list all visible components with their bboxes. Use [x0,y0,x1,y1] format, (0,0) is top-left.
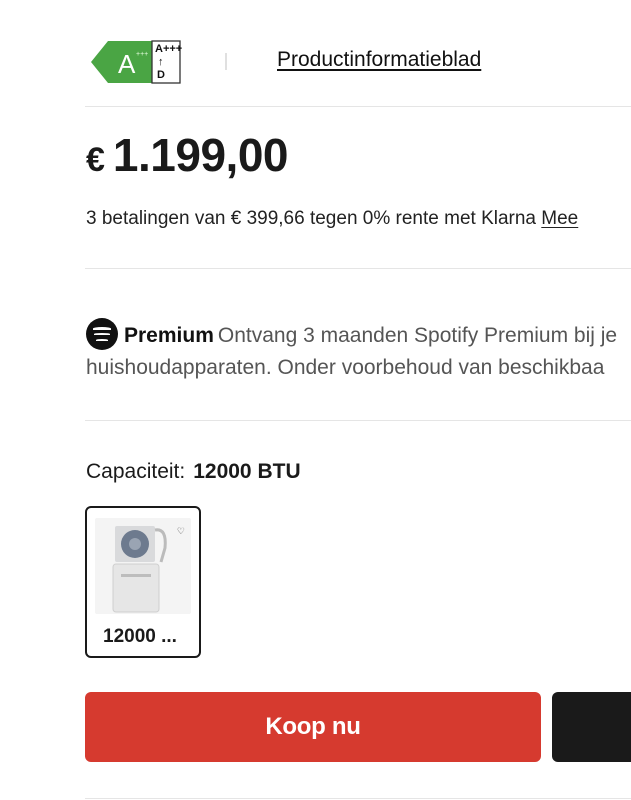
svg-text:A: A [118,49,136,79]
klarna-financing: 3 betalingen van € 399,66 tegen 0% rente… [86,208,578,230]
divider [85,106,631,107]
svg-text:+++: +++ [136,51,148,58]
price: €1.199,00 [86,128,288,182]
divider [225,53,227,70]
energy-label[interactable]: A +++ A+++ ↑ D [90,40,182,84]
capacity-label: Capaciteit: [86,460,186,483]
spotify-icon [86,318,118,350]
energy-label-graphic: A +++ A+++ ↑ D [91,40,182,84]
variant-option[interactable]: ♡ 12000 ... [85,506,201,658]
divider [85,420,631,421]
spotify-promo-text-line2: huishoudapparaten. Onder voorbehoud van … [86,356,605,379]
svg-text:A+++: A+++ [155,43,182,55]
spotify-premium-brand: Premium [124,324,214,347]
spotify-promo-text-line1: Ontvang 3 maanden Spotify Premium bij je [217,324,618,347]
product-info-sheet-link[interactable]: Productinformatieblad [277,48,481,72]
svg-text:↑: ↑ [158,56,164,68]
secondary-action-button[interactable] [552,692,631,762]
divider [85,268,631,269]
variant-label: 12000 ... [103,626,177,647]
product-thumbnail: ♡ [95,518,191,614]
capacity-selector-label: Capaciteit: 12000 BTU [86,460,301,484]
divider [85,798,631,799]
klarna-text: 3 betalingen van € 399,66 tegen 0% rente… [86,208,536,229]
buy-now-button[interactable]: Koop nu [85,692,541,762]
price-currency: € [86,141,105,179]
capacity-value: 12000 BTU [193,460,301,483]
spotify-promo: Premium Ontvang 3 maanden Spotify Premium… [86,318,631,384]
favorite-icon[interactable]: ♡ [177,526,185,537]
price-amount: 1.199,00 [112,129,289,181]
klarna-more-link[interactable]: Mee [541,208,578,229]
svg-text:D: D [157,69,165,81]
